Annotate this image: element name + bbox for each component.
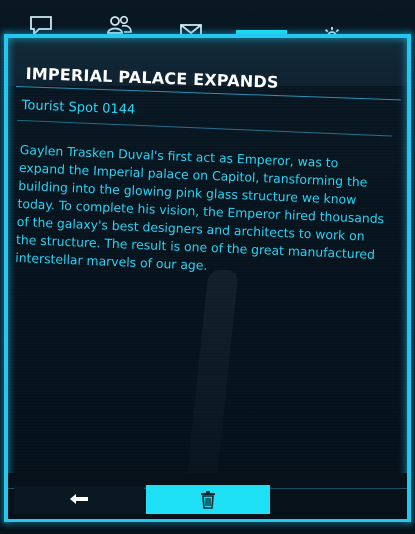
trash-icon xyxy=(201,490,215,509)
frame-top xyxy=(4,34,411,38)
frame-right xyxy=(407,34,411,522)
codex-panel: IMPERIAL PALACE EXPANDS Tourist Spot 014… xyxy=(0,0,415,534)
back-button[interactable] xyxy=(14,486,144,514)
frame-left xyxy=(4,34,8,522)
entry-subtitle: Tourist Spot 0144 xyxy=(21,98,136,118)
entry-content: Tourist Spot 0144 Gaylen Trasken Duval's… xyxy=(15,98,392,282)
entry-body: Gaylen Trasken Duval's first act as Empe… xyxy=(15,141,385,273)
delete-button[interactable] xyxy=(146,485,270,514)
back-arrow-icon xyxy=(70,494,88,504)
